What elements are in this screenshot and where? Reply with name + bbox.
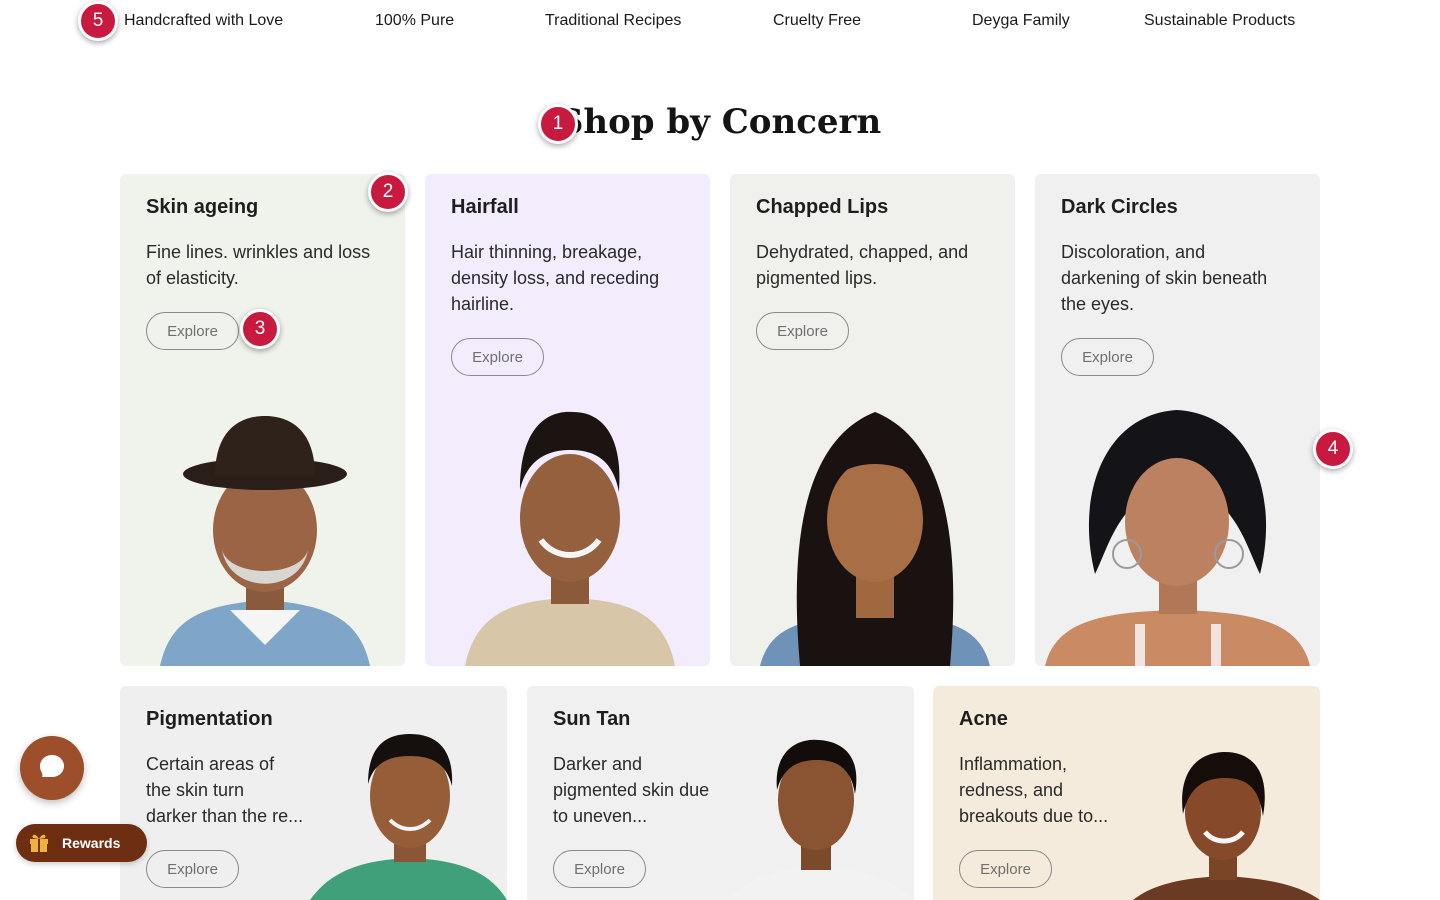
- card-description: Hair thinning, breakage, density loss, a…: [451, 239, 659, 317]
- section-title: Shop by Concern: [558, 102, 882, 142]
- desc-line: density loss, and receding: [451, 268, 660, 288]
- explore-button[interactable]: Explore: [146, 312, 239, 350]
- desc-line: Discoloration, and: [1061, 242, 1206, 262]
- explore-button[interactable]: Explore: [1061, 338, 1154, 376]
- desc-line: to uneven...: [553, 806, 648, 826]
- portrait-image: [1133, 752, 1320, 900]
- desc-line: the eyes.: [1061, 294, 1135, 314]
- desc-line: redness, and: [959, 780, 1064, 800]
- desc-line: Darker and: [553, 754, 643, 774]
- chat-widget-button[interactable]: [20, 736, 84, 800]
- explore-button[interactable]: Explore: [959, 850, 1052, 888]
- feature-item: Cruelty Free: [773, 12, 862, 29]
- explore-button[interactable]: Explore: [451, 338, 544, 376]
- desc-line: breakouts due to...: [959, 806, 1109, 826]
- desc-line: darker than the re...: [146, 806, 304, 826]
- card-title: Pigmentation: [146, 708, 273, 730]
- rewards-button[interactable]: Rewards: [16, 824, 147, 862]
- annotation-badge: 1: [538, 104, 578, 144]
- card-title: Sun Tan: [553, 708, 631, 730]
- explore-button[interactable]: Explore: [553, 850, 646, 888]
- desc-line: darkening of skin beneath: [1061, 268, 1268, 288]
- portrait-image: [727, 738, 914, 900]
- card-description: Fine lines. wrinkles and loss of elastic…: [146, 239, 370, 291]
- desc-line: Hair thinning, breakage,: [451, 242, 643, 262]
- feature-item: Deyga Family: [972, 12, 1070, 29]
- card-title: Skin ageing: [146, 196, 259, 218]
- concern-card-acne[interactable]: Acne Inflammation, redness, and breakout…: [933, 686, 1320, 900]
- desc-line: pigmented skin due: [553, 780, 710, 800]
- concern-card-skin-ageing[interactable]: Skin ageing Fine lines. wrinkles and los…: [120, 174, 405, 666]
- desc-line: hairline.: [451, 294, 515, 314]
- card-title: Hairfall: [451, 196, 519, 218]
- explore-button[interactable]: Explore: [756, 312, 849, 350]
- card-description: Discoloration, and darkening of skin ben…: [1061, 239, 1267, 317]
- concern-card-dark-circles[interactable]: Dark Circles Discoloration, and darkenin…: [1035, 174, 1320, 666]
- desc-line: Inflammation,: [959, 754, 1068, 774]
- desc-line: Certain areas of: [146, 754, 275, 774]
- portrait-image: [160, 410, 370, 666]
- feature-strip: Handcrafted with Love 100% Pure Traditio…: [0, 0, 1440, 46]
- concern-card-sun-tan[interactable]: Sun Tan Darker and pigmented skin due to…: [527, 686, 914, 900]
- feature-item: 100% Pure: [375, 12, 455, 29]
- annotation-badge: 3: [240, 309, 280, 349]
- annotation-badge: 4: [1313, 429, 1353, 469]
- card-description: Darker and pigmented skin due to uneven.…: [553, 751, 709, 829]
- desc-line: of elasticity.: [146, 268, 239, 288]
- feature-item: Traditional Recipes: [545, 12, 682, 29]
- portrait-image: [1045, 404, 1310, 666]
- feature-item: Handcrafted with Love: [124, 12, 284, 29]
- desc-line: the skin turn: [146, 780, 245, 800]
- concern-card-hairfall[interactable]: Hairfall Hair thinning, breakage, densit…: [425, 174, 710, 666]
- card-title: Acne: [959, 708, 1008, 730]
- desc-line: pigmented lips.: [756, 268, 878, 288]
- card-title: Chapped Lips: [756, 196, 889, 218]
- portrait-image: [465, 400, 675, 666]
- card-title: Dark Circles: [1061, 196, 1178, 218]
- portrait-image: [760, 402, 990, 666]
- gift-icon: [28, 831, 50, 856]
- annotation-badge: 5: [78, 1, 118, 41]
- rewards-label: Rewards: [62, 835, 121, 851]
- portrait-image: [310, 732, 507, 900]
- card-description: Inflammation, redness, and breakouts due…: [959, 751, 1108, 829]
- explore-button[interactable]: Explore: [146, 850, 239, 888]
- desc-line: Fine lines. wrinkles and loss: [146, 242, 371, 262]
- card-description: Certain areas of the skin turn darker th…: [146, 751, 303, 829]
- concern-card-chapped-lips[interactable]: Chapped Lips Dehydrated, chapped, and pi…: [730, 174, 1015, 666]
- card-description: Dehydrated, chapped, and pigmented lips.: [756, 239, 968, 291]
- annotation-badge: 2: [368, 172, 408, 212]
- feature-item: Sustainable Products: [1144, 12, 1296, 29]
- desc-line: Dehydrated, chapped, and: [756, 242, 969, 262]
- concern-card-pigmentation[interactable]: Pigmentation Certain areas of the skin t…: [120, 686, 507, 900]
- chat-bubble-icon: [39, 754, 65, 783]
